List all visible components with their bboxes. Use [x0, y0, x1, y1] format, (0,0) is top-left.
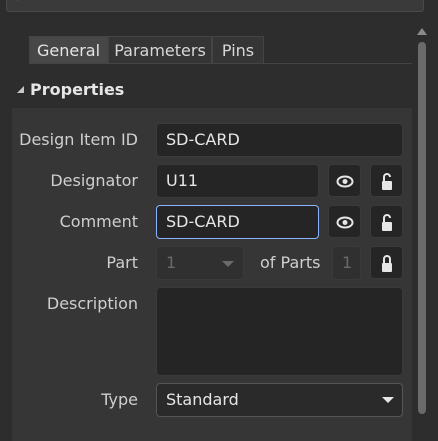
part-label: Part [106, 253, 138, 272]
lock-icon [381, 173, 392, 190]
collapse-triangle-icon[interactable] [17, 86, 24, 93]
comment-visibility-button[interactable] [328, 205, 361, 238]
tab-general[interactable]: General [29, 36, 108, 64]
of-parts-value: 1 [332, 246, 361, 280]
tab-divider [29, 63, 412, 64]
design-item-id-field[interactable]: SD-CARD [156, 123, 403, 157]
designator-lock-button[interactable] [370, 164, 403, 197]
eye-icon [336, 216, 353, 229]
of-parts-label: of Parts [260, 253, 321, 272]
search-icon [17, 0, 18, 1]
comment-field[interactable]: SD-CARD [156, 205, 319, 239]
chevron-down-icon [382, 397, 394, 403]
lock-icon [381, 214, 392, 231]
eye-icon [336, 175, 353, 188]
description-label: Description [46, 294, 138, 313]
designator-field[interactable]: U11 [156, 164, 319, 198]
chevron-down-icon [222, 261, 234, 267]
section-title[interactable]: Properties [30, 78, 124, 102]
type-select[interactable]: Standard [156, 383, 403, 417]
description-field[interactable] [156, 287, 403, 376]
search-input[interactable] [6, 0, 424, 12]
scroll-up-arrow-icon[interactable] [416, 27, 428, 37]
scrollbar-thumb[interactable] [418, 42, 426, 414]
part-lock-button[interactable] [370, 246, 403, 279]
tab-parameters[interactable]: Parameters [108, 36, 212, 64]
designator-label: Designator [50, 171, 138, 190]
comment-lock-button[interactable] [370, 205, 403, 238]
designator-visibility-button[interactable] [328, 164, 361, 197]
lock-icon [381, 255, 392, 272]
design-item-id-label: Design Item ID [19, 130, 138, 149]
tab-pins[interactable]: Pins [212, 36, 264, 64]
type-label: Type [101, 390, 138, 409]
comment-label: Comment [59, 212, 138, 231]
